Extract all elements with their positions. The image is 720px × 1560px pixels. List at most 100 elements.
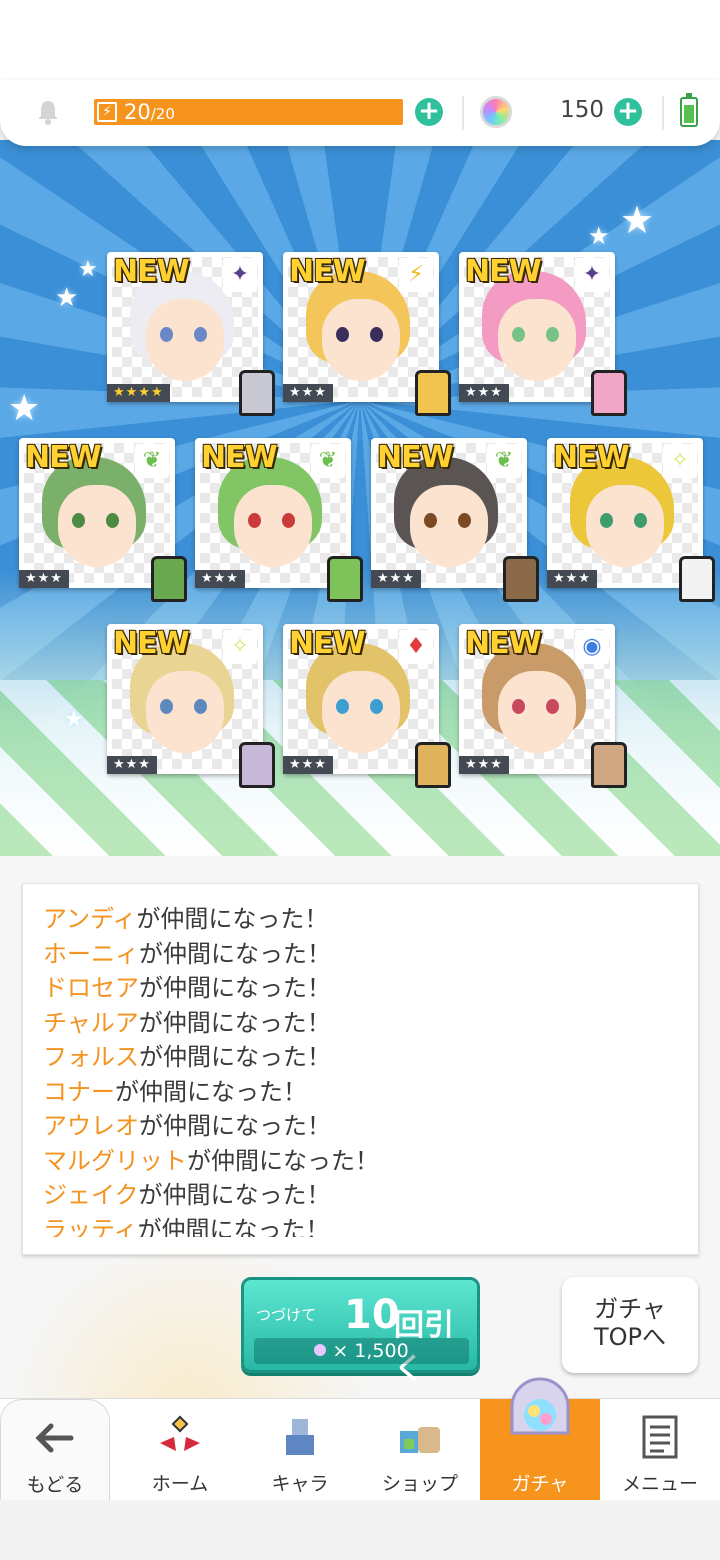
rarity-stars: ★★★ [547,570,597,588]
nav-label: もどる [26,1474,84,1496]
new-badge: NEW [25,440,102,475]
portrait-eye [512,327,525,342]
character-name: マルグリット [43,1146,187,1175]
new-badge: NEW [113,626,190,661]
attribute-icon: ❦ [135,444,169,478]
gem-count: 150 [560,97,604,123]
portrait-eye [336,327,349,342]
character-card[interactable]: NEW ❦ ★★★ [195,438,363,602]
new-badge: NEW [465,626,542,661]
rarity-stars: ★★★ [195,570,245,588]
character-card[interactable]: NEW ✦ ★★★ [459,252,627,416]
character-name: フォルス [43,1043,139,1071]
new-badge: NEW [289,254,366,289]
log-line: チャルアが仲間になった！ [43,1006,688,1041]
log-line: ラッティが仲間になった！ [43,1213,688,1238]
result-message-log[interactable]: アンディが仲間になった！ ホーニィが仲間になった！ ドロセアが仲間になった！ チャルア… [22,883,699,1255]
system-bottom-area [0,1500,720,1560]
screen-top-area [0,0,720,80]
message-list: アンディが仲間になった！ ホーニィが仲間になった！ ドロセアが仲間になった！ チャルア… [43,902,688,1237]
attribute-icon: ♦ [399,630,433,664]
character-card[interactable]: NEW ♦ ★★★ [283,624,451,788]
portrait-face [322,299,400,381]
bottom-navigation: もどる ホーム キャラ ショップ ガチャ メニュー [0,1377,720,1501]
status-bar: ⚡ 20/20 + 150 + [0,80,720,146]
nav-chara[interactable]: キャラ [240,1399,360,1501]
sparkle-star-icon: ★ [64,707,84,732]
character-card[interactable]: NEW ❦ ★★★ [19,438,187,602]
log-text: が仲間になった！ [139,974,331,1002]
portrait-face [146,299,224,381]
gem-orb-icon [314,1344,327,1356]
log-line: アンディが仲間になった！ [43,902,688,937]
add-stamina-button[interactable]: + [415,98,443,126]
draw-ten-again-button[interactable]: つづけて 10 回引く × 1,500 [241,1277,480,1387]
nav-shop[interactable]: ショップ [360,1399,480,1501]
nav-label: ショップ [381,1473,458,1495]
character-card[interactable]: NEW ❦ ★★★ [371,438,539,602]
attribute-icon: ❦ [311,444,345,478]
character-card[interactable]: NEW ✧ ★★★ [107,624,275,788]
new-badge: NEW [201,440,278,475]
attribute-icon: ✧ [663,444,697,478]
nav-gacha[interactable]: ガチャ [480,1377,600,1501]
character-name: ドロセア [43,974,139,1002]
bell-icon[interactable] [34,98,62,126]
portrait-eye [458,513,471,528]
character-card[interactable]: NEW ✧ ★★★ [547,438,715,602]
rarity-stars: ★★★ [283,384,333,402]
portrait-eye [160,699,173,714]
gacha-top-button[interactable]: ガチャ TOPへ [562,1277,698,1373]
divider [662,96,664,130]
pixel-sprite-icon [591,742,627,788]
attribute-icon: ✦ [223,258,257,292]
character-icon [286,1419,314,1455]
pixel-sprite-icon [591,370,627,416]
character-card[interactable]: NEW ✦ ★★★★ [107,252,275,416]
portrait-eye [546,699,559,714]
shop-bag-icon [400,1427,440,1453]
character-name: ホーニィ [43,939,139,968]
pixel-sprite-icon [239,742,275,788]
nav-back[interactable]: もどる [0,1399,110,1501]
log-line: ホーニィが仲間になった！ [43,937,688,972]
character-card[interactable]: NEW ⚡ ★★★ [283,252,451,416]
character-name: アンディ [43,905,137,933]
button-prefix: つづけて [256,1306,317,1324]
character-name: コナー [43,1077,115,1106]
portrait-eye [424,513,437,528]
portrait-eye [512,699,525,714]
portrait-face [410,485,488,567]
pixel-sprite-icon [327,556,363,602]
sparkle-star-icon: ★ [55,283,79,313]
new-badge: NEW [113,254,190,289]
nav-menu[interactable]: メニュー [600,1399,720,1501]
sparkle-star-icon: ★ [620,198,655,242]
log-text: が仲間になった！ [138,1181,331,1209]
rarity-stars: ★★★ [371,570,421,588]
portrait-eye [194,327,207,342]
add-gem-button[interactable]: + [614,98,642,126]
character-card[interactable]: NEW ◉ ★★★ [459,624,627,788]
portrait-eye [72,513,85,528]
rarity-stars: ★★★ [459,756,509,774]
pixel-sprite-icon [415,742,451,788]
portrait-eye [160,327,173,342]
pixel-sprite-icon [151,556,187,602]
attribute-icon: ⚡ [399,258,433,292]
log-text: が仲間になった！ [139,1112,331,1140]
new-badge: NEW [553,440,630,475]
log-text: が仲間になった！ [115,1077,307,1106]
portrait-face [498,299,576,381]
gacha-result-stage: ★ ★ ★ ★ ★ ★ NEW ✦ ★★★★ NEW ⚡ ★★★ NEW ✦ ★★★ NEW ❦ ★★… [0,140,720,856]
log-text: が仲間になった！ [139,1043,331,1071]
stamina-gauge: ⚡ 20/20 [94,99,403,125]
rarity-stars: ★★★★ [107,384,170,402]
pixel-sprite-icon [503,556,539,602]
portrait-eye [194,699,207,714]
attribute-icon: ✦ [575,258,609,292]
nav-home[interactable]: ホーム [120,1399,240,1501]
divider [462,96,464,130]
pixel-sprite-icon [415,370,451,416]
log-line: マルグリットが仲間になった！ [43,1144,688,1179]
